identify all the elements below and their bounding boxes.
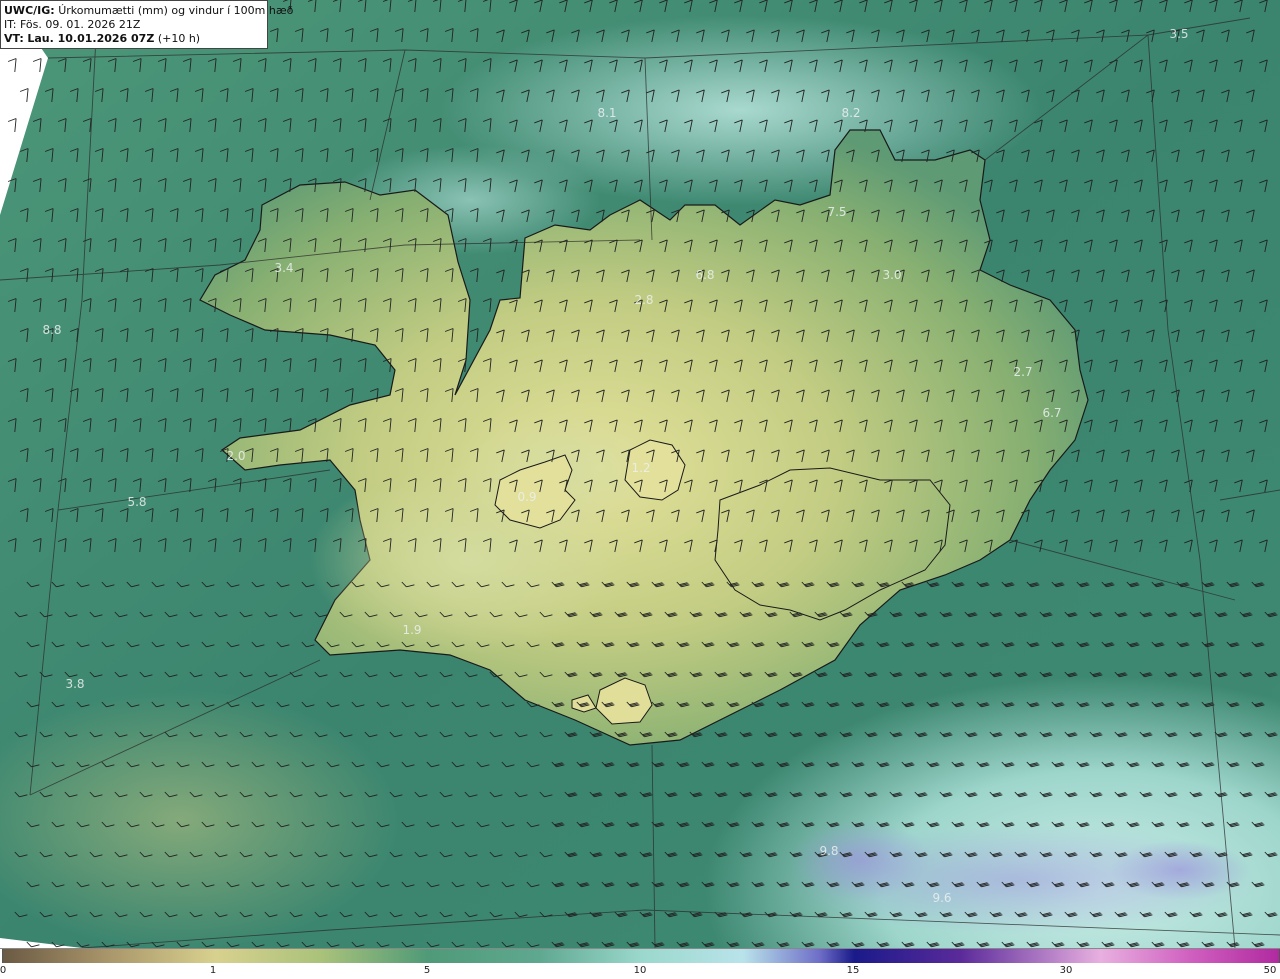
valid-time-line: VT: Lau. 10.01.2026 07Z (+10 h) (4, 32, 263, 46)
map-info-box: UWC/IG: Úrkomumætti (mm) og vindur í 100… (0, 0, 293, 49)
map-value-label: 8.1 (597, 106, 617, 120)
model-label: UWC/IG: (4, 4, 55, 17)
map-value-label: 3.5 (1169, 27, 1189, 41)
map-value-label: 8.8 (42, 323, 62, 337)
map-value-label: 3.8 (65, 677, 85, 691)
colorbar-tick-label: 10 (633, 965, 647, 976)
map-value-label: 5.8 (127, 495, 147, 509)
map-value-label: 0.9 (517, 490, 537, 504)
map-value-label: 8.2 (841, 106, 861, 120)
map-value-label: 6.7 (1042, 406, 1062, 420)
colorbar-tick-label: 15 (846, 965, 860, 976)
map-value-label: 6.8 (695, 268, 715, 282)
init-prefix: IT: (4, 18, 17, 31)
map-value-label: 2.7 (1013, 365, 1033, 379)
map-value-label: 3.4 (274, 261, 294, 275)
colorbar-strip (2, 949, 1280, 963)
colorbar-tick-label: 5 (423, 965, 431, 976)
colorbar: 0 1 5 10 15 30 50 (0, 948, 1280, 979)
map-title: Úrkomumætti (mm) og vindur í 100m hæð (58, 4, 294, 17)
heavy-precip-spot-2 (790, 820, 930, 900)
valid-prefix: VT: (4, 32, 24, 45)
colorbar-tick-label: 0 (0, 965, 7, 976)
weather-map: UWC/IG: Úrkomumætti (mm) og vindur í 100… (0, 0, 1280, 948)
colorbar-tick-label: 30 (1059, 965, 1073, 976)
colorbar-tick-label: 50 (1263, 965, 1277, 976)
map-value-label: 9.8 (819, 844, 839, 858)
map-value-label: 1.2 (631, 461, 651, 475)
valid-offset: (+10 h) (157, 32, 201, 45)
map-value-label: 1.9 (402, 623, 422, 637)
title-line: UWC/IG: Úrkomumætti (mm) og vindur í 100… (4, 4, 293, 18)
map-value-label: 7.5 (827, 205, 847, 219)
map-value-label: 9.6 (932, 891, 952, 905)
colorbar-tick-label: 1 (209, 965, 217, 976)
map-value-label: 2.8 (634, 293, 654, 307)
heavy-precip-spot-3 (1110, 840, 1250, 900)
init-time-line: IT: Fös. 09. 01. 2026 21Z (4, 18, 263, 32)
valid-time: Lau. 10.01.2026 07Z (27, 32, 155, 45)
map-value-label: 2.0 (226, 449, 246, 463)
map-value-label: 3.0 (882, 268, 902, 282)
init-time: Fös. 09. 01. 2026 21Z (19, 18, 141, 31)
